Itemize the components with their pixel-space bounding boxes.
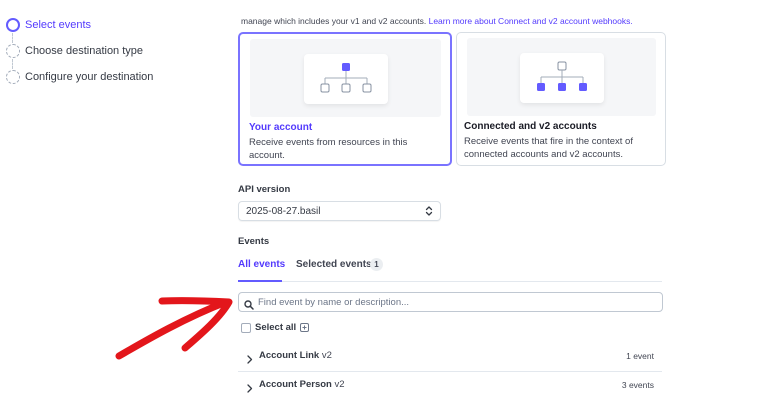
arrow-annotation-icon — [115, 297, 233, 360]
